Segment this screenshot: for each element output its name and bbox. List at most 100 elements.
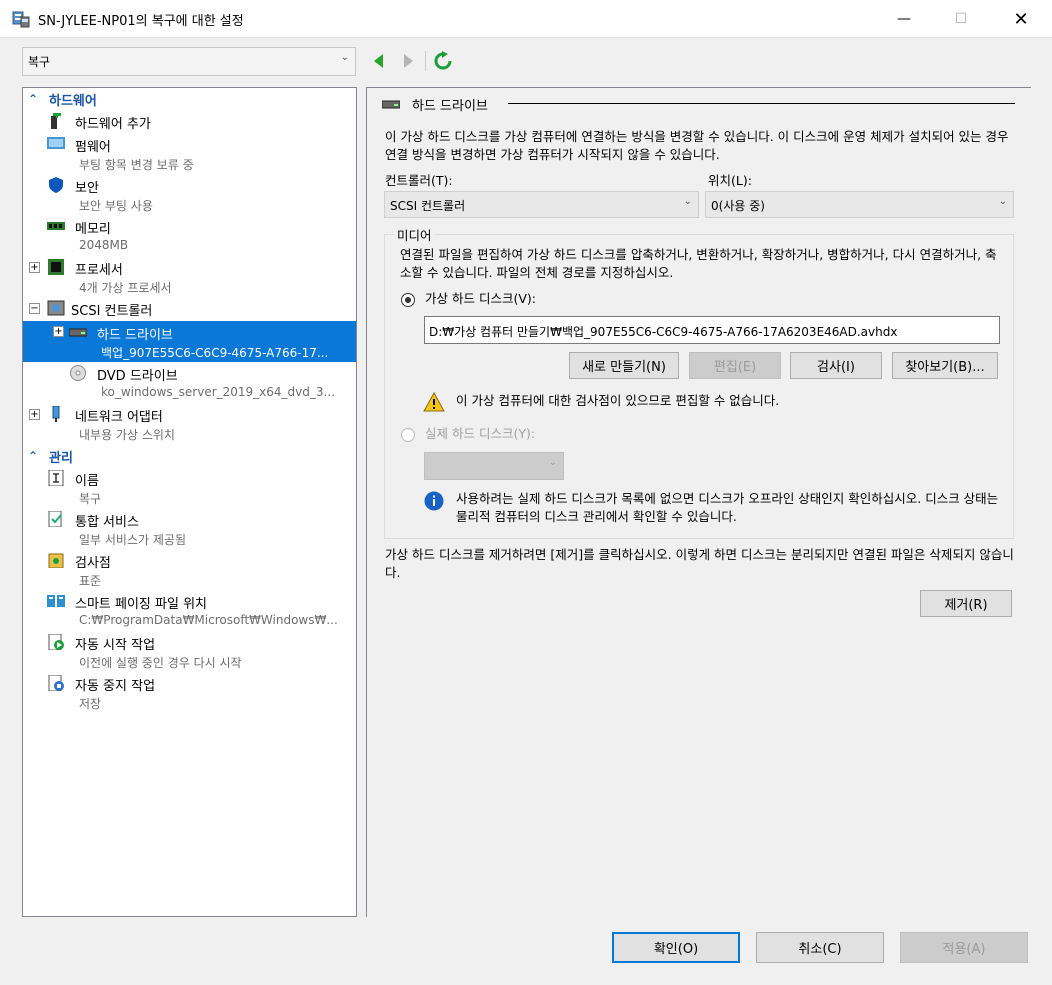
processor-icon [48, 259, 64, 275]
chevron-down-icon: ⌄ [998, 196, 1007, 207]
collapse-icon[interactable]: − [29, 303, 40, 314]
apply-button[interactable]: 적용(A) [900, 932, 1028, 963]
tree-item-subtitle: 복구 [79, 492, 102, 506]
tree-item-title: 펌웨어 [75, 140, 111, 155]
browse-button[interactable]: 찾아보기(B)... [892, 352, 998, 379]
settings-tree: ⌃ 하드웨어 하드웨어 추가 펌웨어 부팅 항목 변경 보류 중 보안 보안 부… [22, 87, 357, 917]
info-icon [424, 491, 444, 511]
auto-stop-icon [48, 675, 64, 691]
media-description: 연결된 파일을 편집하여 가상 하드 디스크를 압축하거나, 변환하거나, 확장… [400, 247, 997, 280]
tree-item-security[interactable]: 보안 보안 부팅 사용 [23, 174, 356, 215]
memory-icon [47, 222, 65, 230]
cancel-button[interactable]: 취소(C) [756, 932, 884, 963]
vhd-radio[interactable] [401, 293, 415, 307]
tree-item-name[interactable]: 이름 복구 [23, 467, 356, 508]
expand-icon[interactable]: + [29, 262, 40, 273]
tree-item-subtitle: 내부용 가상 스위치 [79, 428, 175, 442]
tree-item-title: 자동 시작 작업 [75, 638, 156, 653]
controller-value: SCSI 컨트롤러 [390, 199, 466, 213]
tree-item-subtitle: ko_windows_server_2019_x64_dvd_3... [101, 385, 335, 399]
chevron-down-icon: ⌄ [548, 457, 557, 468]
maximize-button[interactable]: ☐ [938, 0, 984, 38]
name-icon [48, 470, 64, 486]
tree-item-network-adapter[interactable]: + 네트워크 어댑터 내부용 가상 스위치 [23, 403, 356, 444]
tree-item-subtitle: 부팅 항목 변경 보류 중 [79, 158, 194, 172]
tree-item-subtitle: 백업_907E55C6-C6C9-4675-A766-17... [101, 346, 329, 360]
ok-button[interactable]: 확인(O) [612, 932, 740, 963]
tree-item-title: 보안 [75, 181, 99, 196]
dvd-icon [70, 365, 86, 381]
edit-button[interactable]: 편집(E) [689, 352, 781, 379]
tree-item-subtitle: 2048MB [79, 238, 129, 252]
info-text: 사용하려는 실제 하드 디스크가 목록에 없으면 디스크가 오프라인 상태인지 … [456, 491, 999, 524]
new-button[interactable]: 새로 만들기(N) [569, 352, 679, 379]
auto-start-icon [48, 634, 64, 650]
integration-services-icon [48, 511, 62, 527]
controller-select[interactable]: SCSI 컨트롤러 ⌄ [384, 191, 699, 218]
forward-arrow-icon[interactable] [397, 51, 417, 71]
location-select[interactable]: 0(사용 중) ⌄ [705, 191, 1014, 218]
tree-item-title: 통합 서비스 [75, 515, 139, 530]
section-title: 하드 드라이브 [412, 99, 488, 114]
hard-drive-icon [69, 328, 87, 337]
minimize-button[interactable]: — [881, 0, 927, 38]
tree-item-auto-start[interactable]: 자동 시작 작업 이전에 실행 중인 경우 다시 시작 [23, 631, 356, 672]
tree-item-title: DVD 드라이브 [97, 369, 178, 384]
tree-item-checkpoints[interactable]: 검사점 표준 [23, 549, 356, 590]
tree-item-title: 네트워크 어댑터 [75, 410, 163, 425]
expand-icon[interactable]: + [53, 326, 64, 337]
window-title: SN-JYLEE-NP01의 복구에 대한 설정 [38, 14, 244, 29]
back-arrow-icon[interactable] [370, 51, 390, 71]
physical-disk-radio[interactable] [401, 428, 415, 442]
tree-item-smart-paging[interactable]: 스마트 페이징 파일 위치 C:₩ProgramData₩Microsoft₩W… [23, 590, 356, 631]
tree-item-hard-drive[interactable]: + 하드 드라이브 백업_907E55C6-C6C9-4675-A766-17.… [23, 321, 356, 362]
chevron-down-icon: ⌄ [683, 196, 692, 207]
location-value: 0(사용 중) [711, 199, 765, 213]
tree-item-scsi-controller[interactable]: − SCSI 컨트롤러 [23, 297, 356, 319]
remove-button[interactable]: 제거(R) [920, 590, 1012, 617]
add-hardware-icon [51, 113, 61, 129]
tree-item-subtitle: C:₩ProgramData₩Microsoft₩Windows₩... [79, 613, 338, 627]
warning-text: 이 가상 컴퓨터에 대한 검사점이 있으므로 편집할 수 없습니다. [456, 393, 780, 408]
tree-item-dvd-drive[interactable]: DVD 드라이브 ko_windows_server_2019_x64_dvd_… [23, 362, 356, 403]
network-adapter-icon [52, 406, 60, 422]
tree-item-title: 스마트 페이징 파일 위치 [75, 597, 207, 612]
tree-item-integration-services[interactable]: 통합 서비스 일부 서비스가 제공됨 [23, 508, 356, 549]
title-bar: SN-JYLEE-NP01의 복구에 대한 설정 — ☐ ✕ [0, 0, 1052, 38]
refresh-icon[interactable] [433, 51, 453, 71]
shield-icon [49, 177, 63, 193]
vhd-radio-label: 가상 하드 디스크(V): [425, 291, 536, 306]
tree-item-title: SCSI 컨트롤러 [71, 304, 153, 319]
tree-item-firmware[interactable]: 펌웨어 부팅 항목 변경 보류 중 [23, 133, 356, 174]
tree-item-subtitle: 표준 [79, 574, 102, 588]
tree-item-subtitle: 4개 가상 프로세서 [79, 281, 172, 295]
section-header: 하드 드라이브 [382, 95, 1015, 114]
media-label: 미디어 [394, 227, 435, 245]
tree-item-subtitle: 저장 [79, 697, 102, 711]
physical-disk-select[interactable]: ⌄ [424, 452, 564, 480]
tree-item-title: 자동 중지 작업 [75, 679, 156, 694]
tree-item-processor[interactable]: + 프로세서 4개 가상 프로세서 [23, 256, 356, 297]
tree-item-subtitle: 보안 부팅 사용 [79, 199, 153, 213]
vhd-path-input[interactable]: D:₩가상 컴퓨터 만들기₩백업_907E55C6-C6C9-4675-A766… [424, 316, 1000, 344]
category-label: 관리 [49, 450, 73, 466]
close-button[interactable]: ✕ [998, 0, 1044, 38]
tree-item-memory[interactable]: 메모리 2048MB [23, 215, 356, 256]
tree-item-title: 프로세서 [75, 263, 123, 278]
vm-settings-icon [12, 11, 30, 28]
tree-item-title: 검사점 [75, 556, 111, 571]
physical-disk-label: 실제 하드 디스크(Y): [425, 426, 536, 441]
tree-item-title: 메모리 [75, 222, 111, 237]
vm-selector[interactable]: 복구 ⌄ [22, 47, 356, 76]
category-hardware[interactable]: ⌃ 하드웨어 [23, 89, 356, 109]
tree-item-auto-stop[interactable]: 자동 중지 작업 저장 [23, 672, 356, 713]
expand-icon[interactable]: + [29, 409, 40, 420]
remove-description: 가상 하드 디스크를 제거하려면 [제거]를 클릭하십시오. 이렇게 하면 디스… [385, 547, 1014, 580]
collapse-icon: ⌃ [27, 449, 39, 463]
tree-item-title: 이름 [75, 474, 99, 489]
tree-item-subtitle: 이전에 실행 중인 경우 다시 시작 [79, 656, 242, 670]
scsi-controller-icon [47, 300, 65, 316]
inspect-button[interactable]: 검사(I) [790, 352, 882, 379]
category-management[interactable]: ⌃ 관리 [23, 446, 356, 466]
category-label: 하드웨어 [49, 93, 97, 109]
